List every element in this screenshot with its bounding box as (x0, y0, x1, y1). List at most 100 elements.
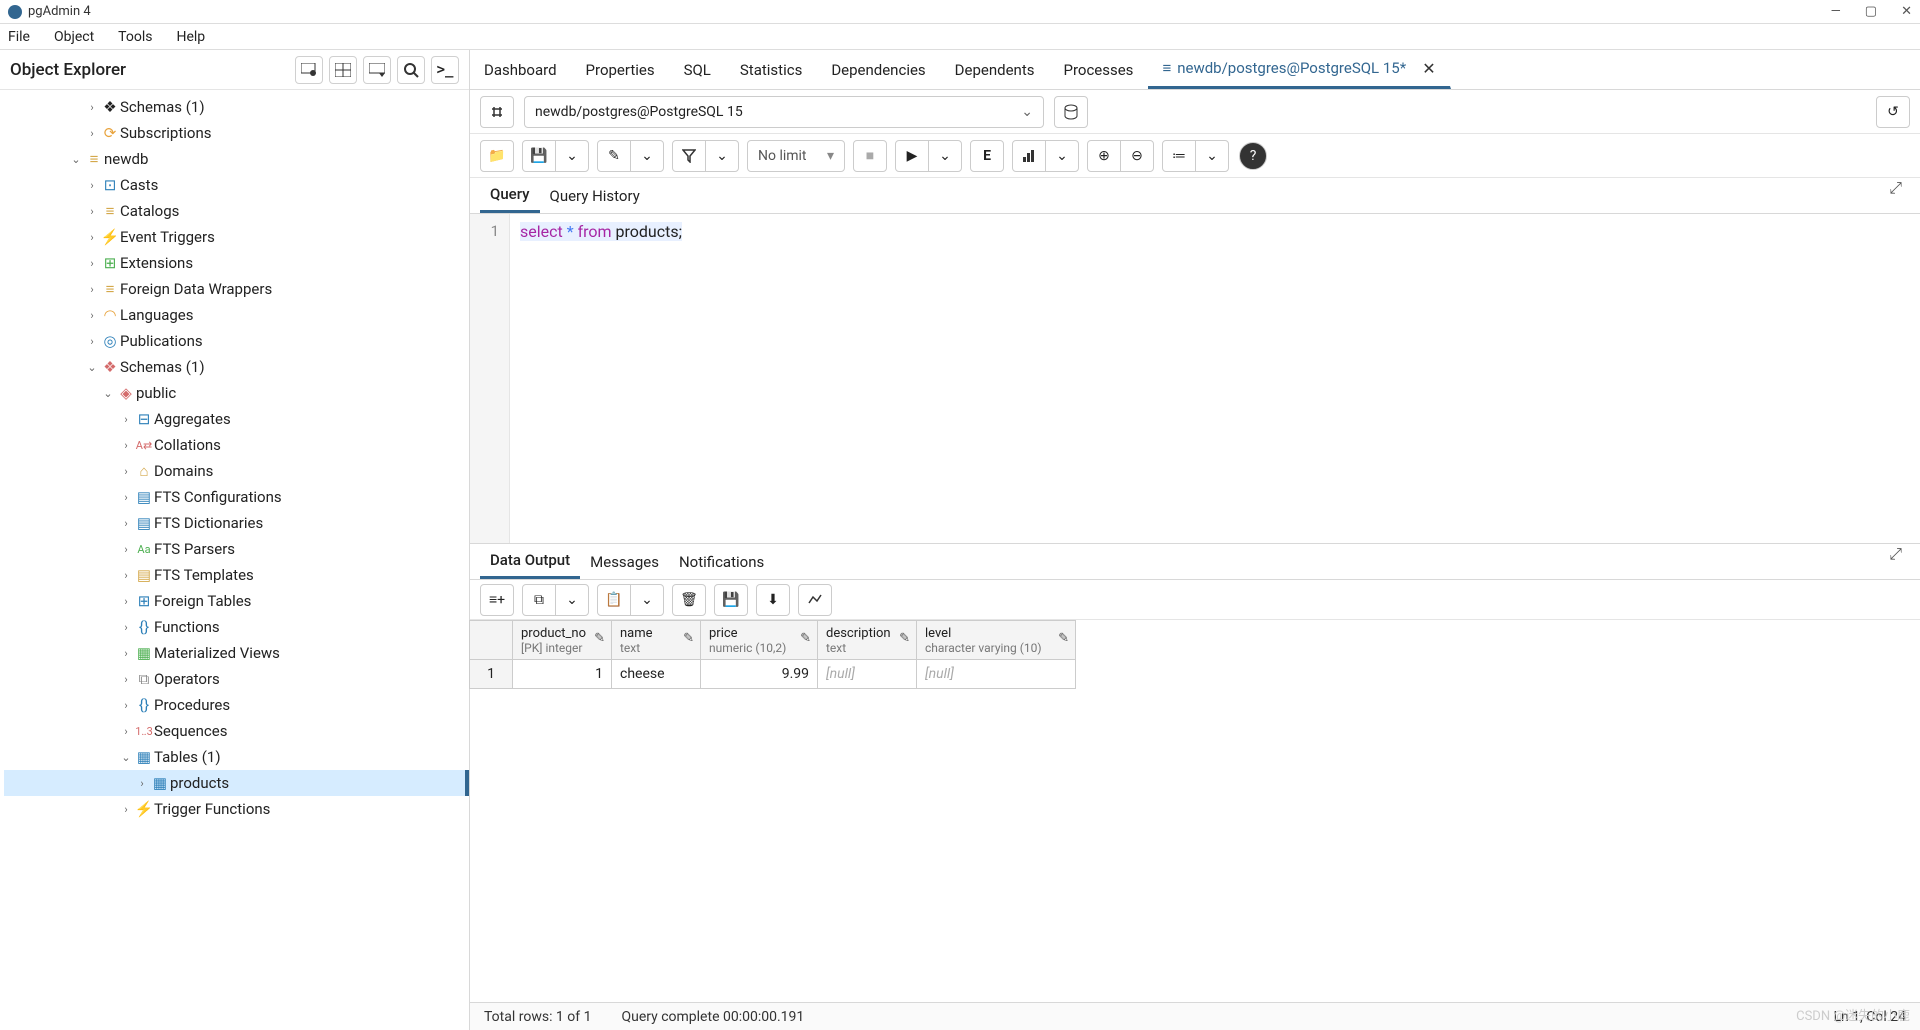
edit-column-icon[interactable]: ✎ (1058, 631, 1069, 646)
tree-fts-conf[interactable]: ›▤FTS Configurations (4, 484, 469, 510)
psql-icon[interactable]: >_ (431, 56, 459, 84)
tab-statistics[interactable]: Statistics (726, 50, 817, 89)
tree-mviews[interactable]: ›▦Materialized Views (4, 640, 469, 666)
menu-file[interactable]: File (8, 29, 30, 45)
run-menu-button[interactable]: ⌄ (928, 140, 962, 172)
tree-subscriptions[interactable]: ›⟳Subscriptions (4, 120, 469, 146)
tree-schemas[interactable]: ›❖Schemas (1) (4, 94, 469, 120)
download-button[interactable]: ⬇ (756, 584, 790, 616)
menu-object[interactable]: Object (54, 29, 94, 45)
help-button[interactable]: ? (1239, 142, 1267, 170)
maximize-button[interactable]: ▢ (1865, 4, 1877, 19)
object-tree[interactable]: ›❖Schemas (1) ›⟳Subscriptions ⌄≡newdb ›⊡… (0, 90, 469, 1030)
tree-sequences[interactable]: ›1‥3Sequences (4, 718, 469, 744)
tab-query[interactable]: Query (480, 178, 540, 213)
connection-status-icon[interactable] (480, 96, 514, 128)
tree-fts-dict[interactable]: ›▤FTS Dictionaries (4, 510, 469, 536)
filter-menu-button[interactable]: ⌄ (705, 140, 739, 172)
commit-button[interactable]: ⊕ (1087, 140, 1121, 172)
delete-row-button[interactable]: 🗑 (672, 584, 706, 616)
edit-menu-button[interactable]: ⌄ (630, 140, 664, 172)
reset-layout-button[interactable]: ↺ (1876, 96, 1910, 128)
tree-tables[interactable]: ⌄▦Tables (1) (4, 744, 469, 770)
tab-notifications[interactable]: Notifications (669, 544, 774, 579)
tree-newdb[interactable]: ⌄≡newdb (4, 146, 469, 172)
tree-languages[interactable]: ›◠Languages (4, 302, 469, 328)
table-row[interactable]: 1 1 cheese 9.99 [null] [null] (470, 660, 1920, 689)
filter-rows-icon[interactable] (363, 56, 391, 84)
tree-procedures[interactable]: ›{}Procedures (4, 692, 469, 718)
tree-trigger-functions[interactable]: ›⚡Trigger Functions (4, 796, 469, 822)
paste-button[interactable]: 📋 (597, 584, 631, 616)
tree-foreign-tables[interactable]: ›⊞Foreign Tables (4, 588, 469, 614)
expand-output-icon[interactable]: ⤢ (1881, 544, 1910, 579)
save-data-button[interactable]: 💾 (714, 584, 748, 616)
tab-processes[interactable]: Processes (1049, 50, 1148, 89)
tab-sql[interactable]: SQL (670, 50, 726, 89)
edit-column-icon[interactable]: ✎ (683, 631, 694, 646)
close-window-button[interactable]: ✕ (1901, 4, 1912, 19)
add-row-button[interactable]: ≡+ (480, 584, 514, 616)
paste-menu-button[interactable]: ⌄ (630, 584, 664, 616)
tree-catalogs[interactable]: ›≡Catalogs (4, 198, 469, 224)
save-button[interactable]: 💾 (522, 140, 556, 172)
open-file-button[interactable]: 📁 (480, 140, 514, 172)
minimize-button[interactable]: — (1831, 4, 1841, 19)
menu-help[interactable]: Help (176, 29, 205, 45)
close-tab-icon[interactable]: ✕ (1422, 59, 1435, 78)
edit-button[interactable]: ✎ (597, 140, 631, 172)
query-tool-icon[interactable] (295, 56, 323, 84)
tree-fts-templates[interactable]: ›▤FTS Templates (4, 562, 469, 588)
tab-data-output[interactable]: Data Output (480, 544, 580, 579)
tab-query-history[interactable]: Query History (540, 178, 650, 213)
rollback-button[interactable]: ⊖ (1120, 140, 1154, 172)
graph-visualizer-button[interactable] (798, 584, 832, 616)
explain-button[interactable]: E (970, 140, 1004, 172)
filter-button[interactable] (672, 140, 706, 172)
tab-properties[interactable]: Properties (572, 50, 670, 89)
tree-fts-parsers[interactable]: ›AaFTS Parsers (4, 536, 469, 562)
explain-analyze-button[interactable] (1012, 140, 1046, 172)
save-menu-button[interactable]: ⌄ (555, 140, 589, 172)
view-data-icon[interactable] (329, 56, 357, 84)
tree-aggregates[interactable]: ›⊟Aggregates (4, 406, 469, 432)
tree-publications[interactable]: ›◎Publications (4, 328, 469, 354)
result-grid[interactable]: product_no[PK] integer✎ nametext✎ pricen… (470, 620, 1920, 689)
edit-column-icon[interactable]: ✎ (899, 631, 910, 646)
sql-editor[interactable]: 1 select * from products; (470, 214, 1920, 544)
tree-extensions[interactable]: ›⊞Extensions (4, 250, 469, 276)
tree-domains[interactable]: ›⌂Domains (4, 458, 469, 484)
tab-dependencies[interactable]: Dependencies (817, 50, 940, 89)
edit-column-icon[interactable]: ✎ (594, 631, 605, 646)
object-explorer: Object Explorer >_ ›❖Schemas (1) ›⟳Subsc… (0, 50, 470, 1030)
tree-casts[interactable]: ›⊡Casts (4, 172, 469, 198)
edit-column-icon[interactable]: ✎ (800, 631, 811, 646)
tree-fdw[interactable]: ›≡Foreign Data Wrappers (4, 276, 469, 302)
macros-button[interactable]: ≔ (1162, 140, 1196, 172)
menu-tools[interactable]: Tools (118, 29, 152, 45)
tree-event-triggers[interactable]: ›⚡Event Triggers (4, 224, 469, 250)
tab-dashboard[interactable]: Dashboard (470, 50, 572, 89)
search-icon[interactable] (397, 56, 425, 84)
macros-menu-button[interactable]: ⌄ (1195, 140, 1229, 172)
tree-operators[interactable]: ›⧉Operators (4, 666, 469, 692)
tree-collations[interactable]: ›A⇄Collations (4, 432, 469, 458)
expand-editor-icon[interactable]: ⤢ (1881, 178, 1910, 213)
tree-functions[interactable]: ›{}Functions (4, 614, 469, 640)
chevron-down-icon: ⌄ (1021, 104, 1033, 120)
limit-selector[interactable]: No limit▾ (747, 140, 845, 172)
watermark: CSDN @迷失的小鹿 (1796, 1005, 1910, 1024)
tree-products[interactable]: ›▦products (4, 770, 469, 796)
copy-button[interactable]: ⧉ (522, 584, 556, 616)
connection-selector[interactable]: newdb/postgres@PostgreSQL 15 ⌄ (524, 96, 1044, 128)
stop-button[interactable]: ■ (853, 140, 887, 172)
tab-dependents[interactable]: Dependents (941, 50, 1050, 89)
run-button[interactable]: ▶ (895, 140, 929, 172)
tree-schemas2[interactable]: ⌄❖Schemas (1) (4, 354, 469, 380)
new-connection-button[interactable] (1054, 96, 1088, 128)
tab-query-editor[interactable]: ≡newdb/postgres@PostgreSQL 15*✕ (1148, 50, 1450, 89)
explain-menu-button[interactable]: ⌄ (1045, 140, 1079, 172)
tree-public[interactable]: ⌄◈public (4, 380, 469, 406)
copy-menu-button[interactable]: ⌄ (555, 584, 589, 616)
tab-messages[interactable]: Messages (580, 544, 669, 579)
